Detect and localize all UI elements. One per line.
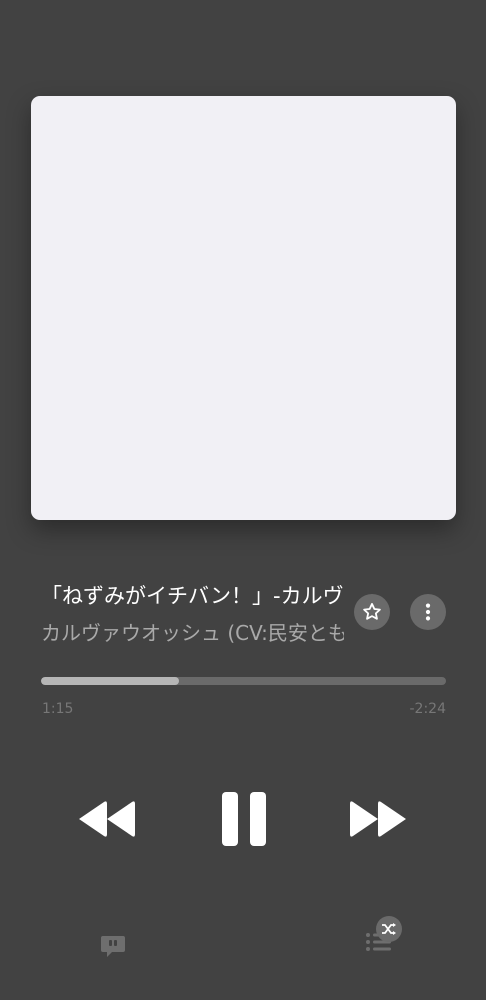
rewind-button[interactable] [76,798,138,840]
track-artist[interactable]: カルヴァウオッシュ (CV:民安ともえ) [41,618,344,648]
album-artwork [31,96,456,520]
pause-button[interactable] [218,790,270,848]
rewind-icon [79,801,135,837]
remaining-time: -2:24 [409,701,447,717]
star-icon [363,603,381,620]
shuffle-badge [376,916,402,942]
fast-forward-icon [350,801,406,837]
shuffle-icon [382,923,396,935]
progress-bar-fill [41,677,179,685]
more-options-button[interactable] [410,594,446,630]
elapsed-time: 1:15 [42,701,74,717]
progress-bar[interactable] [41,677,446,685]
track-info: 「ねずみがイチバン！」-カルヴァウオッシュ カルヴァウオッシュ (CV:民安とも… [41,580,344,670]
fast-forward-button[interactable] [347,798,409,840]
more-vertical-icon [425,603,431,621]
favorite-button[interactable] [354,594,390,630]
pause-icon [222,792,266,846]
track-title[interactable]: 「ねずみがイチバン！」-カルヴァウオッシュ [41,580,344,612]
lyrics-button[interactable] [98,931,128,961]
lyrics-speech-bubble-icon [101,936,125,957]
